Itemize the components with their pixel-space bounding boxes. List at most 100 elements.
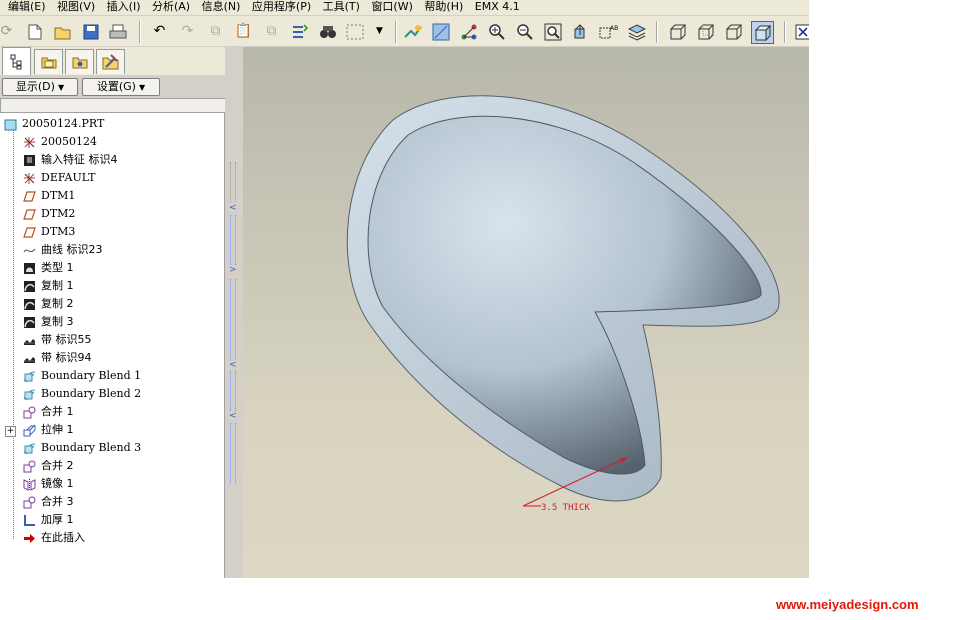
menu-emx[interactable]: EMX 4.1: [471, 0, 520, 14]
splitter-grip: [230, 162, 236, 202]
repaint-icon[interactable]: [402, 21, 423, 42]
menu-insert[interactable]: 插入(I): [103, 0, 141, 14]
menu-tools[interactable]: 工具(T): [319, 0, 360, 14]
menu-bar: 编辑(E) 视图(V) 插入(I) 分析(A) 信息(N) 应用程序(P) 工具…: [0, 0, 809, 15]
shell-inner-cavity[interactable]: [367, 115, 762, 475]
refit-icon[interactable]: [542, 21, 563, 42]
tab-favorites[interactable]: [65, 49, 94, 74]
copy-icon[interactable]: ⧉: [205, 21, 226, 42]
reorient-icon[interactable]: [570, 21, 591, 42]
open-folder-icon[interactable]: [52, 21, 73, 42]
print-icon[interactable]: [107, 21, 128, 42]
toolbar-separator: [656, 21, 658, 43]
orient-mode-icon[interactable]: [458, 21, 479, 42]
tree-item-label: 加厚 1: [41, 513, 74, 526]
zoom-in-icon[interactable]: [486, 21, 507, 42]
panel-buttons: 显示(D) ▼ 设置(G) ▼: [0, 77, 230, 97]
connections-icon: [102, 54, 118, 70]
model-view: 3.5 THICK: [346, 95, 780, 513]
copy-icon: [23, 298, 36, 311]
boundary-blend-icon: [23, 388, 36, 401]
tab-model-tree[interactable]: [2, 47, 31, 75]
chevron-left-icon[interactable]: <: [229, 411, 237, 421]
expand-icon[interactable]: +: [5, 426, 16, 437]
extrude-icon: [23, 424, 36, 437]
tree-column-header[interactable]: [0, 98, 226, 113]
shading-icon[interactable]: [751, 21, 774, 44]
redo-icon[interactable]: ↷: [177, 21, 198, 42]
tree-item-label: Boundary Blend 2: [41, 387, 142, 400]
chevron-down-icon[interactable]: ▼: [369, 21, 390, 42]
chevron-left-icon[interactable]: <: [229, 360, 237, 370]
tab-connections[interactable]: [96, 49, 125, 74]
tree-connector-line: [13, 129, 14, 539]
favorites-icon: [72, 57, 87, 69]
menu-view[interactable]: 视图(V): [53, 0, 95, 14]
boundary-blend-icon: [23, 370, 36, 383]
tree-item-label: 20050124: [41, 135, 97, 148]
model-tree-icon: [10, 54, 21, 69]
menu-window[interactable]: 窗口(W): [367, 0, 412, 14]
menu-info[interactable]: 信息(N): [198, 0, 241, 14]
hidden-line-icon[interactable]: [695, 21, 716, 42]
datum-plane-icon: [23, 208, 36, 221]
splitter-grip: [230, 215, 236, 265]
insert-here-arrow-icon: [23, 532, 36, 545]
menu-applications[interactable]: 应用程序(P): [248, 0, 311, 14]
graphics-viewport[interactable]: 3.5 THICK: [243, 47, 809, 578]
undo-icon[interactable]: ↶: [149, 21, 170, 42]
thickness-annotation[interactable]: 3.5 THICK: [541, 503, 590, 513]
tree-item-label: 20050124.PRT: [22, 117, 105, 130]
copy-icon: [23, 280, 36, 293]
chevron-left-icon[interactable]: <: [229, 203, 237, 213]
tree-item-label: 复制 2: [41, 297, 74, 310]
no-hidden-icon[interactable]: [723, 21, 744, 42]
ribbon-icon: [23, 334, 36, 347]
panel-splitter[interactable]: < > < <: [225, 47, 243, 578]
menu-edit[interactable]: 编辑(E): [4, 0, 46, 14]
tree-item-label: 曲线 标识23: [41, 243, 103, 256]
settings-button[interactable]: 设置(G) ▼: [82, 78, 160, 96]
svg-text:AB: AB: [610, 25, 618, 32]
splitter-grip: [230, 371, 236, 411]
paste-special-icon[interactable]: ⧉: [261, 21, 282, 42]
menu-help[interactable]: 帮助(H): [420, 0, 463, 14]
save-icon[interactable]: [80, 21, 101, 42]
chevron-down-icon: ▼: [138, 83, 146, 92]
regen-manager-icon[interactable]: [289, 21, 310, 42]
spin-center-icon[interactable]: [430, 21, 451, 42]
tree-item-label: 输入特征 标识4: [41, 153, 118, 166]
curve-icon: [23, 244, 36, 257]
tree-item-label: Boundary Blend 3: [41, 441, 142, 454]
find-binoculars-icon[interactable]: [317, 21, 338, 42]
tree-item-label: 带 标识94: [41, 351, 92, 364]
navigator-tabs: [0, 47, 230, 75]
tab-folder-browser[interactable]: [34, 49, 63, 74]
new-file-icon[interactable]: [24, 21, 45, 42]
csys-icon: [23, 136, 36, 149]
tree-item-label: DTM2: [41, 207, 76, 220]
saved-views-icon[interactable]: AB: [598, 21, 619, 42]
menu-analysis[interactable]: 分析(A): [148, 0, 190, 14]
folder-browser-icon: [41, 57, 56, 69]
copy-icon: [23, 316, 36, 329]
tree-item-label: 在此插入: [41, 531, 85, 544]
regenerate-icon[interactable]: ⟳: [0, 21, 17, 42]
chevron-right-icon[interactable]: >: [229, 265, 237, 275]
tree-item-label: DTM1: [41, 189, 76, 202]
select-box-icon[interactable]: [344, 21, 365, 42]
zoom-out-icon[interactable]: [514, 21, 535, 42]
close-window-icon[interactable]: [792, 21, 809, 42]
splitter-grip: [230, 423, 236, 483]
part-icon: [4, 118, 17, 131]
show-button[interactable]: 显示(D) ▼: [2, 78, 78, 96]
layers-icon[interactable]: [626, 21, 647, 42]
settings-button-label: 设置(G): [96, 80, 136, 93]
app-window: 编辑(E) 视图(V) 插入(I) 分析(A) 信息(N) 应用程序(P) 工具…: [0, 0, 809, 578]
paste-icon[interactable]: 📋: [233, 21, 254, 42]
model-tree: 20050124.PRT 20050124 输入特征 标识4 DEFAULT DTM1 D…: [0, 113, 225, 578]
watermark-text: www.meiyadesign.com: [776, 597, 919, 612]
type-icon: [23, 262, 36, 275]
wireframe-icon[interactable]: [667, 21, 688, 42]
tree-item-label: 合并 3: [41, 495, 74, 508]
